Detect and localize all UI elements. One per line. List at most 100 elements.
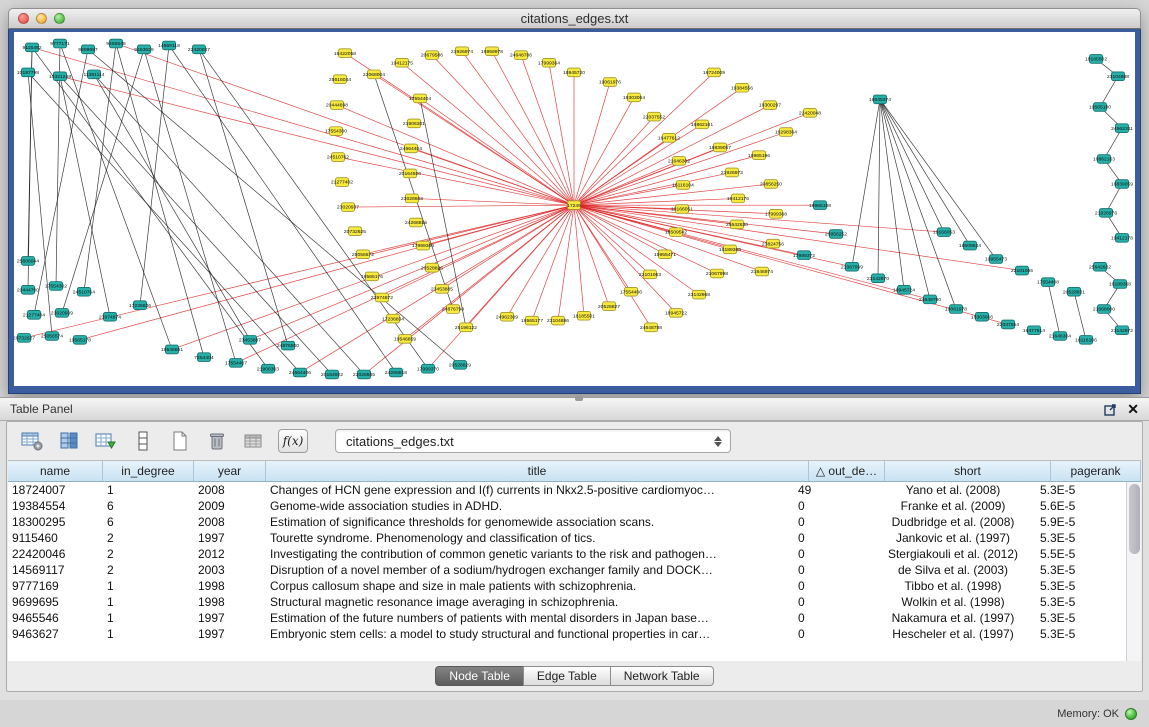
tab-node-table[interactable]: Node Table xyxy=(435,666,524,686)
svg-text:21926976: 21926976 xyxy=(1095,211,1117,217)
cell-pagerank: 5.3E-5 xyxy=(1036,482,1126,498)
cell-in_degree: 1 xyxy=(103,626,194,642)
network-view-window: citations_edges.txt 17249184220582561604… xyxy=(8,8,1141,394)
svg-text:17554404: 17554404 xyxy=(409,96,431,102)
column-header-name[interactable]: name xyxy=(8,461,103,481)
cell-title: Embryonic stem cells: a model to study s… xyxy=(266,626,794,642)
svg-text:19955473: 19955473 xyxy=(985,257,1007,263)
cell-out_degree: 0 xyxy=(794,594,870,610)
svg-text:19565177: 19565177 xyxy=(521,318,543,324)
tab-network-table[interactable]: Network Table xyxy=(610,666,714,686)
cell-title: Genome-wide association studies in ADHD. xyxy=(266,498,794,514)
cell-in_degree: 1 xyxy=(103,594,194,610)
import-table-icon[interactable] xyxy=(241,429,267,453)
minimize-window-button[interactable] xyxy=(36,13,47,24)
memory-status-icon xyxy=(1125,708,1137,720)
close-panel-icon[interactable]: ✕ xyxy=(1127,402,1139,416)
column-header-out_degree[interactable]: △ out_de… xyxy=(809,461,885,481)
svg-text:23028665: 23028665 xyxy=(353,372,375,378)
cell-out_degree: 0 xyxy=(794,498,870,514)
vertical-scrollbar[interactable] xyxy=(1126,482,1141,661)
table-row[interactable]: 946362711997Embryonic stem cells: a mode… xyxy=(8,626,1126,642)
tab-edge-table[interactable]: Edge Table xyxy=(523,666,611,686)
scrollbar-thumb[interactable] xyxy=(1129,484,1140,554)
float-panel-icon[interactable] xyxy=(1104,403,1117,416)
delete-table-icon[interactable] xyxy=(204,429,230,453)
panel-splitter-handle[interactable] xyxy=(575,396,583,401)
edit-table-icon[interactable] xyxy=(93,429,119,453)
close-window-button[interactable] xyxy=(18,13,29,24)
cell-short: Wolkin et al. (1998) xyxy=(870,594,1036,610)
svg-text:20164922: 20164922 xyxy=(321,372,343,378)
svg-text:21926974: 21926974 xyxy=(451,49,473,55)
svg-text:21926972: 21926972 xyxy=(721,170,743,176)
svg-text:21846974: 21846974 xyxy=(751,269,773,275)
svg-text:19565176: 19565176 xyxy=(361,274,383,280)
cell-name: 9463627 xyxy=(8,626,103,642)
cell-name: 18300295 xyxy=(8,514,103,530)
table-row[interactable]: 1830029562008Estimation of significance … xyxy=(8,514,1126,530)
svg-text:20732627: 20732627 xyxy=(14,336,35,342)
svg-text:21068000: 21068000 xyxy=(1093,307,1115,313)
column-header-title[interactable]: title xyxy=(266,461,809,481)
table-row[interactable]: 1872400712008Changes of HCN gene express… xyxy=(8,482,1126,498)
svg-text:24564406: 24564406 xyxy=(289,370,311,376)
network-canvas[interactable]: 1724918422058256160442044469817554300245… xyxy=(14,32,1135,386)
table-panel-body: f(x) citations_edges.txt namein_degreeye… xyxy=(6,421,1143,692)
svg-text:21277404: 21277404 xyxy=(23,313,45,319)
svg-text:9777171: 9777171 xyxy=(50,41,70,47)
cell-year: 2012 xyxy=(194,546,266,562)
column-header-year[interactable]: year xyxy=(194,461,266,481)
svg-text:16189368: 16189368 xyxy=(1109,282,1131,288)
svg-text:24962311: 24962311 xyxy=(1111,126,1133,132)
cell-pagerank: 5.3E-5 xyxy=(1036,530,1126,546)
table-row[interactable]: 1456911722003Disruption of a novel membe… xyxy=(8,562,1126,578)
svg-text:9465548: 9465548 xyxy=(106,41,126,47)
cell-out_degree: 0 xyxy=(794,546,870,562)
svg-text:19955471: 19955471 xyxy=(654,252,676,258)
svg-text:23142968: 23142968 xyxy=(688,292,710,298)
cell-in_degree: 1 xyxy=(103,482,194,498)
column-header-in_degree[interactable]: in_degree xyxy=(103,461,194,481)
svg-text:18300297: 18300297 xyxy=(759,103,781,109)
svg-text:21646304: 21646304 xyxy=(1049,334,1071,340)
svg-text:20528827: 20528827 xyxy=(598,304,620,310)
table-settings-icon[interactable] xyxy=(19,429,45,453)
function-builder-icon[interactable]: f(x) xyxy=(278,429,308,453)
cell-year: 2003 xyxy=(194,562,266,578)
svg-text:21906303: 21906303 xyxy=(257,366,279,372)
svg-text:24648786: 24648786 xyxy=(510,53,532,59)
svg-text:20679586: 20679586 xyxy=(421,53,443,59)
column-header-short[interactable]: short xyxy=(885,461,1051,481)
svg-text:21067999: 21067999 xyxy=(841,264,863,270)
new-table-icon[interactable] xyxy=(167,429,193,453)
zoom-window-button[interactable] xyxy=(54,13,65,24)
cell-pagerank: 5.3E-5 xyxy=(1036,610,1126,626)
table-row[interactable]: 1938455462009Genome-wide association stu… xyxy=(8,498,1126,514)
svg-text:18185501: 18185501 xyxy=(573,313,595,319)
cell-in_degree: 6 xyxy=(103,498,194,514)
row-height-icon[interactable] xyxy=(130,429,156,453)
svg-text:19546859: 19546859 xyxy=(394,337,416,343)
table-row[interactable]: 911546021997Tourette syndrome. Phenomeno… xyxy=(8,530,1126,546)
table-row[interactable]: 946554611997Estimation of the future num… xyxy=(8,610,1126,626)
table-row[interactable]: 969969511998Structural magnetic resonanc… xyxy=(8,594,1126,610)
svg-text:18509544: 18509544 xyxy=(959,243,981,249)
svg-text:9699697: 9699697 xyxy=(78,47,98,53)
column-chooser-icon[interactable] xyxy=(56,429,82,453)
svg-text:19412175: 19412175 xyxy=(391,60,413,66)
citation-network-graph[interactable]: 1724918422058256160442044469817554300245… xyxy=(14,32,1135,386)
svg-text:19166051: 19166051 xyxy=(671,207,693,213)
svg-text:23104886: 23104886 xyxy=(547,318,569,324)
svg-text:21277402: 21277402 xyxy=(331,180,353,186)
cell-in_degree: 2 xyxy=(103,530,194,546)
network-table-dropdown[interactable]: citations_edges.txt xyxy=(335,429,731,453)
svg-text:18185502: 18185502 xyxy=(1085,57,1107,63)
svg-text:25642632: 25642632 xyxy=(1089,264,1111,270)
table-row[interactable]: 2242004622012Investigating the contribut… xyxy=(8,546,1126,562)
table-row[interactable]: 977716911998Corpus callosum shape and si… xyxy=(8,578,1126,594)
column-header-pagerank[interactable]: pagerank xyxy=(1051,461,1141,481)
window-titlebar[interactable]: citations_edges.txt xyxy=(8,8,1141,29)
svg-text:23453887: 23453887 xyxy=(239,338,261,344)
svg-text:24268816: 24268816 xyxy=(405,220,427,226)
